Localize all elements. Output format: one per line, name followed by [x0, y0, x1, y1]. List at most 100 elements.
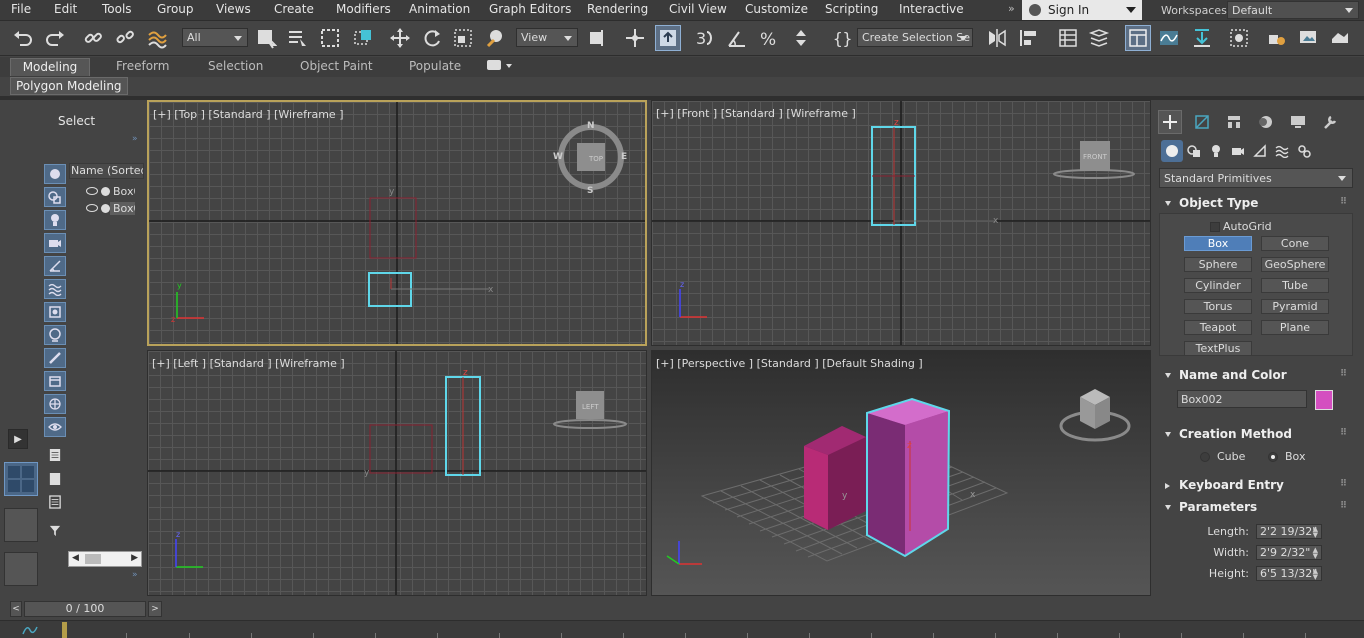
tab-populate[interactable]: Populate	[409, 58, 461, 76]
placement-icon[interactable]	[482, 25, 508, 51]
name-and-color-rollout-header[interactable]: Name and Color ⠿	[1159, 368, 1353, 384]
shapes-icon[interactable]	[1183, 140, 1205, 162]
viewcube-left-label[interactable]: LEFT	[582, 403, 599, 411]
scale-icon[interactable]	[450, 25, 476, 51]
time-slider[interactable]: 0 / 100	[24, 601, 146, 617]
freeze-icon[interactable]	[101, 203, 110, 213]
geometry-icon[interactable]	[1161, 140, 1183, 162]
creation-method-cube-radio[interactable]: Cube	[1200, 450, 1245, 463]
autogrid-checkbox[interactable]: AutoGrid	[1210, 220, 1272, 233]
window-crossing-icon[interactable]	[350, 25, 376, 51]
tube-button[interactable]: Tube	[1261, 278, 1329, 293]
display-particles-icon[interactable]	[44, 394, 66, 414]
width-spinner[interactable]: 2'9 2/32" ▲ ▼	[1256, 545, 1322, 560]
spinner-arrows-icon[interactable]: ▲ ▼	[1313, 547, 1318, 560]
expand-icon[interactable]: »	[132, 570, 138, 580]
menu-edit[interactable]: Edit	[54, 2, 77, 16]
menu-tools[interactable]: Tools	[102, 2, 132, 16]
parameters-rollout-header[interactable]: Parameters ⠿	[1159, 500, 1353, 516]
box-button[interactable]: Box	[1184, 236, 1252, 251]
viewport-label[interactable]: [+] [Perspective ] [Standard ] [Default …	[656, 357, 923, 370]
mirror-icon[interactable]	[984, 25, 1010, 51]
cameras-icon[interactable]	[1227, 140, 1249, 162]
geosphere-button[interactable]: GeoSphere	[1261, 257, 1329, 272]
viewport-perspective[interactable]: [+] [Perspective ] [Standard ] [Default …	[651, 350, 1151, 596]
scroll-left-icon[interactable]: ◀	[72, 553, 79, 563]
viewport-label[interactable]: [+] [Left ] [Standard ] [Wireframe ]	[152, 357, 345, 370]
time-cursor[interactable]	[62, 622, 67, 638]
keyboard-shortcut-override-icon[interactable]	[655, 25, 681, 51]
menu-overflow-icon[interactable]: »	[1008, 2, 1015, 15]
viewport-label[interactable]: [+] [Front ] [Standard ] [Wireframe ]	[656, 107, 856, 120]
spinner-arrows-icon[interactable]: ▲ ▼	[1313, 568, 1318, 581]
lights-icon[interactable]	[1205, 140, 1227, 162]
plane-button[interactable]: Plane	[1261, 320, 1329, 335]
list-item[interactable]: Box002	[86, 201, 135, 216]
display-cameras-icon[interactable]	[44, 233, 66, 253]
curve-editor-icon[interactable]	[1156, 25, 1182, 51]
schematic-view-icon[interactable]	[1189, 25, 1215, 51]
creation-method-box-radio[interactable]: Box	[1268, 450, 1305, 463]
scroll-thumb[interactable]	[85, 554, 101, 564]
percent-snap-icon[interactable]: %	[756, 25, 782, 51]
display-xrefs-icon[interactable]	[44, 325, 66, 345]
display-helpers-icon[interactable]	[44, 256, 66, 276]
display-groups-icon[interactable]	[44, 302, 66, 322]
rectangular-selection-icon[interactable]	[317, 25, 343, 51]
pivot-center-icon[interactable]	[585, 25, 611, 51]
rendered-frame-window-icon[interactable]	[1295, 25, 1321, 51]
pyramid-button[interactable]: Pyramid	[1261, 299, 1329, 314]
menu-group[interactable]: Group	[157, 2, 194, 16]
display-geometry-icon[interactable]	[44, 164, 66, 184]
render-production-icon[interactable]	[1327, 25, 1353, 51]
select-invert-icon[interactable]	[48, 494, 62, 510]
redo-icon[interactable]	[42, 25, 68, 51]
polygon-modeling-tab[interactable]: Polygon Modeling	[10, 77, 128, 95]
tab-modeling[interactable]: Modeling	[10, 58, 90, 76]
select-by-name-icon[interactable]	[284, 25, 310, 51]
link-icon[interactable]	[80, 25, 106, 51]
select-object-icon[interactable]	[253, 25, 279, 51]
utilities-tab-icon[interactable]	[1318, 110, 1342, 134]
display-lights-icon[interactable]	[44, 210, 66, 230]
filter-icon[interactable]	[48, 523, 62, 539]
display-bones-icon[interactable]	[44, 348, 66, 368]
menu-views[interactable]: Views	[216, 2, 251, 16]
object-color-swatch[interactable]	[1315, 390, 1333, 410]
viewcube-front-label[interactable]: FRONT	[1083, 153, 1107, 161]
explorer-title[interactable]: Select	[58, 114, 95, 128]
track-bar[interactable]	[0, 620, 1364, 638]
spinner-arrows-icon[interactable]: ▲ ▼	[1313, 526, 1318, 539]
space-warps-icon[interactable]	[1271, 140, 1293, 162]
menu-animation[interactable]: Animation	[409, 2, 470, 16]
teapot-button[interactable]: Teapot	[1184, 320, 1252, 335]
menu-interactive[interactable]: Interactive	[899, 2, 964, 16]
expand-layouts-icon[interactable]: ▶	[8, 429, 28, 449]
eye-icon[interactable]	[86, 187, 98, 195]
named-selection-set-dropdown[interactable]: Create Selection Se	[857, 28, 973, 47]
menu-scripting[interactable]: Scripting	[825, 2, 878, 16]
select-and-manipulate-icon[interactable]	[622, 25, 648, 51]
freeze-icon[interactable]	[101, 186, 110, 196]
helpers-icon[interactable]	[1249, 140, 1271, 162]
primitive-type-dropdown[interactable]: Standard Primitives	[1159, 168, 1353, 188]
align-icon[interactable]	[1016, 25, 1042, 51]
reference-coordinate-dropdown[interactable]: View	[516, 28, 578, 47]
unlink-icon[interactable]	[112, 25, 138, 51]
select-all-icon[interactable]	[48, 471, 62, 487]
sphere-button[interactable]: Sphere	[1184, 257, 1252, 272]
spinner-snap-icon[interactable]	[788, 25, 814, 51]
menu-graph-editors[interactable]: Graph Editors	[489, 2, 571, 16]
render-setup-icon[interactable]	[1263, 25, 1289, 51]
expand-icon[interactable]: »	[132, 134, 138, 144]
move-icon[interactable]	[387, 25, 413, 51]
toggle-ribbon-icon[interactable]	[1125, 25, 1151, 51]
rotate-icon[interactable]	[419, 25, 445, 51]
menu-create[interactable]: Create	[274, 2, 314, 16]
viewport-layout-single[interactable]	[4, 508, 38, 542]
viewcube-top-label[interactable]: TOP	[589, 155, 603, 163]
creation-method-rollout-header[interactable]: Creation Method ⠿	[1159, 427, 1353, 443]
viewport-label[interactable]: [+] [Top ] [Standard ] [Wireframe ]	[153, 108, 344, 121]
display-tab-icon[interactable]	[1286, 110, 1310, 134]
scroll-right-icon[interactable]: ▶	[131, 553, 138, 563]
